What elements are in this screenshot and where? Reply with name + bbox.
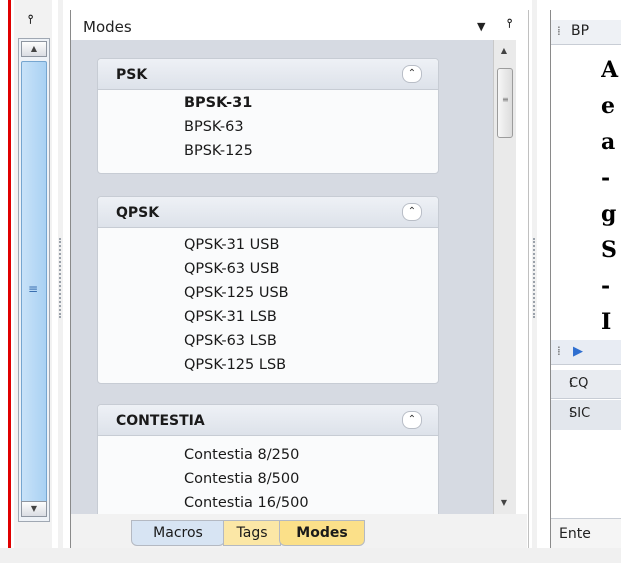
grip-icon: ⁞	[557, 24, 561, 38]
text-line: a	[601, 129, 616, 155]
mode-item[interactable]: Contestia 8/500	[184, 471, 299, 487]
modes-scrollbar[interactable]: ▲ ≡ ▼	[493, 40, 516, 514]
receive-text-area[interactable]: A e a - g S - I	[601, 52, 621, 340]
dropdown-icon[interactable]: ▼	[477, 20, 485, 33]
collapse-icon[interactable]: ⌃	[402, 203, 422, 221]
right-header[interactable]: ⁞ BP	[551, 20, 621, 45]
modes-list-panel: PSK ⌃ BPSK-31 BPSK-63 BPSK-125 QPSK ⌃ QP…	[71, 40, 511, 514]
mode-item[interactable]: QPSK-31 LSB	[184, 309, 277, 325]
mode-item[interactable]: Contestia 16/500	[184, 495, 309, 511]
scroll-down-icon[interactable]: ▼	[496, 496, 512, 510]
group-header[interactable]: QPSK ⌃	[98, 197, 438, 228]
modes-titlebar: Modes ▼ ⫯	[71, 10, 528, 40]
tab-macros[interactable]: Macros	[131, 520, 225, 546]
mode-item[interactable]: QPSK-125 USB	[184, 285, 289, 301]
grip-icon: ≡	[502, 95, 509, 104]
text-line: e	[601, 93, 615, 119]
macro-button-cq[interactable]: ⁞ CQ	[551, 370, 621, 399]
group-header[interactable]: PSK ⌃	[98, 59, 438, 90]
mode-item[interactable]: BPSK-63	[184, 119, 244, 135]
scroll-down-icon[interactable]: ▼	[21, 501, 47, 517]
left-scrollbar[interactable]: ▲ ≡ ▼	[18, 38, 50, 522]
scroll-up-icon[interactable]: ▲	[496, 44, 512, 58]
right-pane: ⁞ BP A e a - g S - I ⁞ ▶ ⁞ CQ ⁞ SIC Ente	[550, 10, 621, 548]
red-border-line	[8, 0, 11, 563]
grip-icon: ≡	[28, 282, 39, 296]
status-bar	[0, 548, 621, 563]
grip-icon: ⁞	[557, 344, 561, 358]
mode-item[interactable]: QPSK-63 LSB	[184, 333, 277, 349]
modes-pane: Modes ▼ ⫯ PSK ⌃ BPSK-31 BPSK-63 BPSK-125…	[70, 10, 529, 548]
text-line: g	[601, 201, 617, 227]
group-title: PSK	[116, 67, 148, 83]
splitter-right[interactable]	[532, 0, 537, 548]
group-title: QPSK	[116, 205, 160, 221]
play-icon[interactable]: ▶	[573, 344, 583, 359]
macro-label: SIC	[569, 406, 591, 421]
tab-tags[interactable]: Tags	[223, 520, 281, 546]
text-line: S	[601, 237, 617, 263]
pin-icon[interactable]: ⫯	[28, 12, 33, 27]
group-header[interactable]: CONTESTIA ⌃	[98, 405, 438, 436]
scroll-thumb[interactable]: ≡	[497, 68, 513, 138]
text-line: I	[601, 309, 612, 335]
collapse-icon[interactable]: ⌃	[402, 411, 422, 429]
mode-item[interactable]: QPSK-63 USB	[184, 261, 279, 277]
group-qpsk: QPSK ⌃ QPSK-31 USB QPSK-63 USB QPSK-125 …	[97, 196, 439, 384]
mode-item[interactable]: BPSK-125	[184, 143, 253, 159]
text-line: -	[601, 165, 611, 191]
scroll-up-icon[interactable]: ▲	[21, 41, 47, 57]
mode-item[interactable]: BPSK-31	[184, 95, 252, 111]
text-line: -	[601, 273, 611, 299]
mode-item[interactable]: QPSK-125 LSB	[184, 357, 286, 373]
collapse-icon[interactable]: ⌃	[402, 65, 422, 83]
group-title: CONTESTIA	[116, 413, 205, 429]
macro-toolbar: ⁞ ▶	[551, 340, 621, 365]
mode-item[interactable]: Contestia 8/250	[184, 447, 299, 463]
splitter-left[interactable]	[58, 0, 63, 548]
macro-label: CQ	[569, 376, 589, 391]
macro-button-sig[interactable]: ⁞ SIC	[551, 400, 621, 430]
scroll-thumb[interactable]: ≡	[21, 61, 47, 509]
enter-field-label: Ente	[559, 526, 591, 542]
mode-item[interactable]: QPSK-31 USB	[184, 237, 279, 253]
text-line: A	[601, 57, 619, 83]
pane-title: Modes	[83, 18, 132, 36]
tab-modes[interactable]: Modes	[279, 520, 365, 546]
tab-bar: Macros Tags Modes	[71, 514, 527, 548]
pin-icon[interactable]: ⫯	[507, 16, 512, 31]
group-contestia: CONTESTIA ⌃ Contestia 8/250 Contestia 8/…	[97, 404, 439, 514]
right-header-label: BP	[571, 23, 590, 39]
group-psk: PSK ⌃ BPSK-31 BPSK-63 BPSK-125	[97, 58, 439, 174]
enter-field[interactable]: Ente	[551, 518, 621, 548]
